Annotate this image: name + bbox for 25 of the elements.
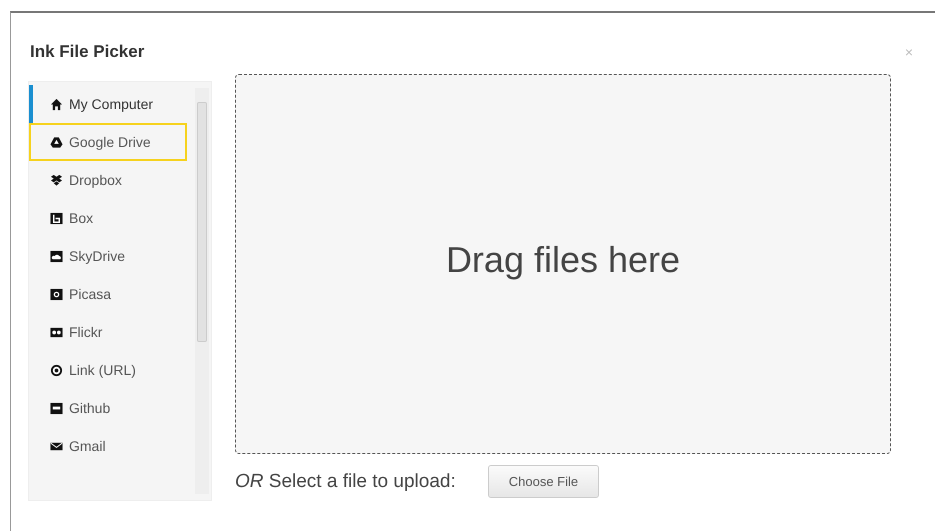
cloud-icon <box>50 250 63 262</box>
sidebar-item[interactable]: Gmail <box>29 427 187 465</box>
scrollbar[interactable] <box>195 88 209 494</box>
sidebar-item[interactable]: Box <box>29 199 187 237</box>
home-icon <box>50 98 63 110</box>
dots-icon <box>50 326 63 338</box>
sidebar-item[interactable]: Link (URL) <box>29 351 187 389</box>
sidebar-item[interactable]: Flickr <box>29 313 187 351</box>
sidebar-item[interactable]: Google Drive <box>29 123 187 161</box>
sidebar-item[interactable]: Picasa <box>29 275 187 313</box>
triangle-icon <box>50 136 63 148</box>
square-icon <box>50 402 63 414</box>
camera-icon <box>50 288 63 300</box>
drop-zone[interactable]: Drag files here <box>235 74 891 454</box>
sidebar-item[interactable]: Github <box>29 389 187 427</box>
upload-label: OR Select a file to upload: <box>235 470 456 492</box>
ring-icon <box>50 364 63 376</box>
drop-zone-text: Drag files here <box>446 239 680 281</box>
sidebar-item[interactable]: My Computer <box>29 85 187 123</box>
sidebar-item[interactable]: Dropbox <box>29 161 187 199</box>
window-title: Ink File Picker <box>30 42 144 62</box>
square-icon <box>50 212 63 224</box>
box-icon <box>50 174 63 186</box>
choose-file-button[interactable]: Choose File <box>488 465 600 498</box>
sidebar-item[interactable]: SkyDrive <box>29 237 187 275</box>
